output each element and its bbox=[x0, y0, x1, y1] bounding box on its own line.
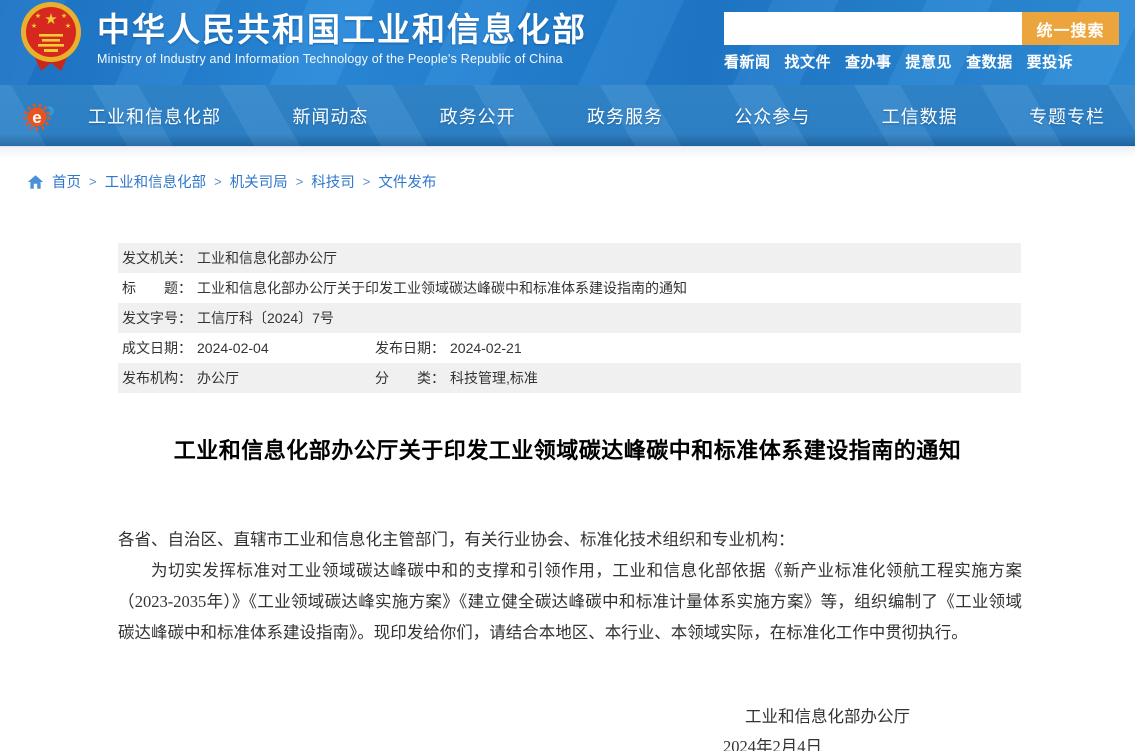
breadcrumb-separator: > bbox=[363, 174, 371, 189]
svg-text:★: ★ bbox=[65, 22, 71, 30]
quick-link-services[interactable]: 查办事 bbox=[845, 51, 892, 72]
site-header: ★ ★ ★ ★ ★ 中华人民共和国工业和信息化部 Ministry of Ind… bbox=[0, 0, 1135, 85]
meta-cell: 发文机关： 工业和信息化部办公厅 bbox=[122, 248, 337, 268]
meta-cell: 发布日期： 2024-02-21 bbox=[375, 338, 522, 358]
quick-link-complaint[interactable]: 要投诉 bbox=[1027, 51, 1074, 72]
main-navbar: e 工业和信息化部 新闻动态 政务公开 政务服务 公众参与 工信数据 专题专栏 bbox=[0, 85, 1135, 146]
meta-value: 2024-02-21 bbox=[450, 340, 522, 356]
document-body: 各省、自治区、直辖市工业和信息化主管部门，有关行业协会、标准化技术组织和专业机构… bbox=[118, 524, 1022, 648]
breadcrumb-departments[interactable]: 机关司局 bbox=[230, 171, 288, 192]
svg-text:★: ★ bbox=[35, 12, 41, 20]
meta-label: 发文机关： bbox=[122, 248, 192, 268]
meta-value: 2024-02-04 bbox=[197, 340, 269, 356]
quick-link-feedback[interactable]: 提意见 bbox=[906, 51, 953, 72]
site-title-block: 中华人民共和国工业和信息化部 Ministry of Industry and … bbox=[97, 11, 587, 66]
nav-item-gov-disclosure[interactable]: 政务公开 bbox=[440, 103, 516, 129]
meta-label: 发布日期： bbox=[375, 338, 445, 358]
meta-label: 发布机构： bbox=[122, 368, 192, 388]
nav-item-gov-services[interactable]: 政务服务 bbox=[587, 103, 663, 129]
nav-divider bbox=[0, 146, 1135, 158]
meta-row-dates: 成文日期： 2024-02-04 发布日期： 2024-02-21 bbox=[118, 333, 1021, 363]
page: ★ ★ ★ ★ ★ 中华人民共和国工业和信息化部 Ministry of Ind… bbox=[0, 0, 1135, 751]
meta-value: 办公厅 bbox=[197, 368, 239, 388]
breadcrumb-separator: > bbox=[89, 174, 97, 189]
meta-cell: 分 类： 科技管理,标准 bbox=[375, 368, 538, 388]
quick-link-files[interactable]: 找文件 bbox=[785, 51, 832, 72]
nav-item-miit[interactable]: 工业和信息化部 bbox=[88, 103, 221, 129]
search-input[interactable] bbox=[724, 12, 1022, 45]
breadcrumb-home[interactable]: 首页 bbox=[52, 171, 81, 192]
meta-label: 发文字号： bbox=[122, 308, 192, 328]
meta-value: 工业和信息化部办公厅 bbox=[197, 248, 337, 268]
meta-value: 工业和信息化部办公厅关于印发工业领域碳达峰碳中和标准体系建设指南的通知 bbox=[197, 278, 687, 298]
quick-link-data[interactable]: 查数据 bbox=[966, 51, 1013, 72]
nav-item-miit-data[interactable]: 工信数据 bbox=[882, 103, 958, 129]
document-meta-table: 发文机关： 工业和信息化部办公厅 标 题： 工业和信息化部办公厅关于印发工业领域… bbox=[118, 243, 1021, 393]
breadcrumb-separator: > bbox=[214, 174, 222, 189]
meta-label: 标 题： bbox=[122, 278, 192, 298]
meta-row-document-number: 发文字号： 工信厅科〔2024〕7号 bbox=[118, 303, 1021, 333]
document-paragraph-main: 为切实发挥标准对工业领域碳达峰碳中和的支撑和引领作用，工业和信息化部依据《新产业… bbox=[118, 555, 1022, 648]
nav-item-special-topics[interactable]: 专题专栏 bbox=[1029, 103, 1105, 129]
breadcrumb-separator: > bbox=[296, 174, 304, 189]
meta-cell: 发布机构： 办公厅 bbox=[122, 368, 375, 388]
meta-label: 成文日期： bbox=[122, 338, 192, 358]
svg-text:★: ★ bbox=[44, 11, 57, 28]
nav-item-public-participation[interactable]: 公众参与 bbox=[734, 103, 810, 129]
nav-item-news[interactable]: 新闻动态 bbox=[292, 103, 368, 129]
quick-link-news[interactable]: 看新闻 bbox=[724, 51, 771, 72]
document-paragraph-salutation: 各省、自治区、直辖市工业和信息化主管部门，有关行业协会、标准化技术组织和专业机构… bbox=[118, 524, 1022, 555]
meta-label: 分 类： bbox=[375, 368, 445, 388]
svg-text:★: ★ bbox=[61, 12, 67, 20]
search-area: 统一搜索 bbox=[724, 12, 1119, 45]
breadcrumb: 首页 > 工业和信息化部 > 机关司局 > 科技司 > 文件发布 bbox=[27, 171, 436, 192]
signature-date: 2024年2月4日 bbox=[723, 733, 822, 751]
meta-value: 工信厅科〔2024〕7号 bbox=[197, 308, 334, 328]
meta-value: 科技管理,标准 bbox=[450, 368, 538, 388]
meta-cell: 成文日期： 2024-02-04 bbox=[122, 338, 375, 358]
search-button[interactable]: 统一搜索 bbox=[1022, 12, 1119, 45]
breadcrumb-document-release[interactable]: 文件发布 bbox=[378, 171, 436, 192]
nav-items: 工业和信息化部 新闻动态 政务公开 政务服务 公众参与 工信数据 专题专栏 bbox=[0, 85, 1135, 146]
quick-links: 看新闻 找文件 查办事 提意见 查数据 要投诉 bbox=[724, 51, 1073, 72]
breadcrumb-miit[interactable]: 工业和信息化部 bbox=[105, 171, 207, 192]
site-title: 中华人民共和国工业和信息化部 bbox=[97, 11, 587, 49]
meta-row-issuing-authority: 发文机关： 工业和信息化部办公厅 bbox=[118, 243, 1021, 273]
document-title: 工业和信息化部办公厅关于印发工业领域碳达峰碳中和标准体系建设指南的通知 bbox=[0, 433, 1135, 465]
signature-issuer: 工业和信息化部办公厅 bbox=[745, 703, 910, 727]
breadcrumb-science-tech-dept[interactable]: 科技司 bbox=[311, 171, 355, 192]
meta-cell: 标 题： 工业和信息化部办公厅关于印发工业领域碳达峰碳中和标准体系建设指南的通知 bbox=[122, 278, 687, 298]
national-emblem-icon: ★ ★ ★ ★ ★ bbox=[20, 1, 82, 75]
meta-row-title: 标 题： 工业和信息化部办公厅关于印发工业领域碳达峰碳中和标准体系建设指南的通知 bbox=[118, 273, 1021, 303]
meta-row-publisher-category: 发布机构： 办公厅 分 类： 科技管理,标准 bbox=[118, 363, 1021, 393]
meta-cell: 发文字号： 工信厅科〔2024〕7号 bbox=[122, 308, 334, 328]
home-icon bbox=[27, 174, 44, 190]
site-subtitle: Ministry of Industry and Information Tec… bbox=[97, 52, 587, 66]
svg-text:★: ★ bbox=[31, 22, 37, 30]
